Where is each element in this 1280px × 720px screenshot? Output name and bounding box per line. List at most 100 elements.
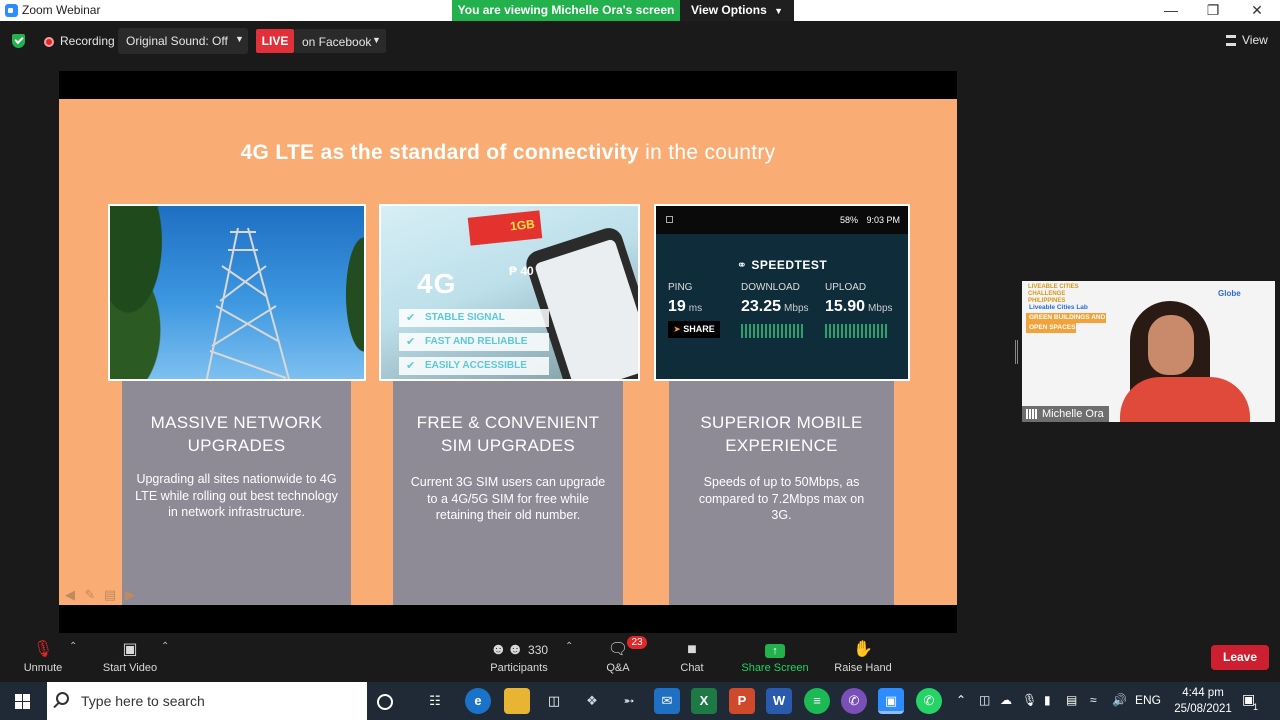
battery-level: 58% <box>839 215 858 225</box>
original-sound-label: Original Sound: Off <box>126 34 228 48</box>
spotify-icon[interactable]: ≡ <box>804 688 830 714</box>
card-description: Upgrading all sites nationwide to 4G LTE… <box>135 472 338 519</box>
clock-time: 4:44 pm <box>1182 687 1224 699</box>
participants-options-caret[interactable]: ⌃ <box>565 641 573 652</box>
zoom-window: Zoom Webinar You are viewing Michelle Or… <box>0 0 1280 720</box>
share-screen-button[interactable]: ↑ Share Screen <box>740 633 810 682</box>
speaker-video-thumbnail[interactable]: LIVEABLE CITIES CHALLENGE PHILIPPINES Gl… <box>1022 281 1275 422</box>
view-options-button[interactable]: View Options ▼ <box>680 0 794 21</box>
card-title-line: FREE & CONVENIENT <box>416 413 600 432</box>
live-destination-dropdown[interactable]: on Facebook ▼ <box>294 29 386 53</box>
share-button: ➤ SHARE <box>668 321 720 338</box>
upload-label: UPLOAD <box>825 282 867 293</box>
viber-icon[interactable]: ✆ <box>841 688 867 714</box>
open-spaces-tag: OPEN SPACES <box>1026 323 1076 333</box>
card-title-line: MASSIVE NETWORK <box>150 413 323 432</box>
sim-promo-tag: 1GB <box>467 210 543 246</box>
zoom-logo-icon <box>5 4 18 17</box>
wifi-icon[interactable]: ≈ <box>1090 693 1097 707</box>
onedrive-icon[interactable]: ☁ <box>1000 693 1012 707</box>
download-label: DOWNLOAD <box>741 282 800 293</box>
task-view-icon[interactable]: ☷ <box>422 688 448 714</box>
zoom-taskbar-icon[interactable]: ▣ <box>878 688 904 714</box>
tray-app-icon[interactable]: ◫ <box>979 693 990 707</box>
cortana-icon[interactable] <box>377 694 393 710</box>
card-mobile-experience: SUPERIOR MOBILE EXPERIENCE Speeds of up t… <box>669 381 894 605</box>
security-shield-icon[interactable] <box>12 34 25 48</box>
participants-button[interactable]: ☻☻ 330 Participants <box>486 633 552 682</box>
search-icon <box>56 692 69 705</box>
edge-icon[interactable]: e <box>465 688 491 714</box>
whatsapp-icon[interactable]: ✆ <box>916 688 942 714</box>
dropbox-icon[interactable]: ❖ <box>579 688 605 714</box>
store-icon[interactable]: ◫ <box>541 688 567 714</box>
unmute-button[interactable]: 🎙 Unmute <box>18 633 68 682</box>
next-slide-icon[interactable]: ▶ <box>122 588 138 602</box>
view-options-label: View Options <box>690 3 767 17</box>
language-indicator[interactable]: ENG <box>1135 693 1161 707</box>
unmute-label: Unmute <box>23 662 63 674</box>
mail-icon[interactable]: ✉ <box>654 688 680 714</box>
qa-count-badge: 23 <box>627 636 647 649</box>
slide-controls: ◀ ✎ ▤ ▶ <box>62 586 142 604</box>
sim-data-tag: 1GB <box>509 216 536 234</box>
lab-label: Liveable Cities Lab <box>1029 304 1088 311</box>
previous-slide-icon[interactable]: ◀ <box>62 588 78 602</box>
start-video-button[interactable]: ▣ Start Video <box>98 633 162 682</box>
share-screen-icon: ↑ <box>740 640 810 660</box>
live-badge: LIVE <box>256 29 294 53</box>
share-label: SHARE <box>683 324 715 334</box>
upload-number: 15.90 <box>825 298 866 315</box>
participants-count: 330 <box>528 643 549 657</box>
notification-count: 1 <box>1253 702 1259 712</box>
original-sound-toggle[interactable]: Original Sound: Off ▼ <box>118 28 248 54</box>
check-stable-signal: STABLE SIGNAL <box>399 309 549 327</box>
speedtest-title: SPEEDTEST <box>751 258 828 272</box>
card-title: MASSIVE NETWORK UPGRADES <box>122 411 351 457</box>
powerpoint-icon[interactable]: P <box>729 688 755 714</box>
card-title-line: SUPERIOR MOBILE <box>700 413 863 432</box>
microphone-tray-icon[interactable]: 🎙 <box>1022 693 1037 707</box>
check-fast-reliable: FAST AND RELIABLE <box>399 333 549 351</box>
view-label: View <box>1242 33 1268 47</box>
ping-unit: ms <box>688 303 703 314</box>
file-explorer-icon[interactable] <box>504 688 530 714</box>
minimize-button[interactable]: — <box>1149 0 1193 21</box>
audio-options-caret[interactable]: ⌃ <box>69 641 77 652</box>
cell-tower-icon <box>205 227 290 379</box>
menu-icon[interactable]: ▤ <box>102 588 118 602</box>
clock-date: 25/08/2021 <box>1174 703 1232 715</box>
volume-icon[interactable]: 🔊 <box>1112 693 1127 707</box>
recording-status: Recording <box>60 34 115 48</box>
sim-4g-label: 4G <box>417 268 457 299</box>
sim-price: ₱ 40 <box>509 264 534 278</box>
taskbar-clock[interactable]: 4:44 pm 25/08/2021 <box>1172 685 1234 717</box>
battery-icon[interactable]: ▮ <box>1044 693 1051 707</box>
taskbar-search[interactable] <box>47 682 367 720</box>
app-icon[interactable]: ➵ <box>616 688 642 714</box>
card-description: Current 3G SIM users can upgrade to a 4G… <box>410 475 606 522</box>
tray-overflow-icon[interactable]: ⌃ <box>956 693 966 707</box>
upload-graph <box>825 324 889 338</box>
start-button[interactable] <box>0 682 46 720</box>
search-input[interactable] <box>81 691 351 711</box>
close-button[interactable]: ✕ <box>1235 0 1279 21</box>
pen-icon[interactable]: ✎ <box>82 588 98 602</box>
green-buildings-tag: GREEN BUILDINGS AND <box>1026 313 1106 323</box>
card-title-line: UPGRADES <box>187 436 286 455</box>
ping-value: 19 ms <box>668 298 702 316</box>
chat-button[interactable]: ■ Chat <box>672 633 712 682</box>
raise-hand-button[interactable]: ✋ Raise Hand <box>832 633 894 682</box>
excel-icon[interactable]: X <box>691 688 717 714</box>
title-bar: Zoom Webinar You are viewing Michelle Or… <box>0 0 1280 21</box>
word-icon[interactable]: W <box>766 688 792 714</box>
slide-title-light: in the country <box>639 141 776 164</box>
panel-resize-handle[interactable] <box>1015 340 1018 364</box>
chevron-down-icon[interactable]: ▼ <box>235 34 244 44</box>
leave-button[interactable]: Leave <box>1211 645 1269 670</box>
speaker-face <box>1148 315 1194 375</box>
video-options-caret[interactable]: ⌃ <box>161 641 169 652</box>
network-tray-icon[interactable]: ▤ <box>1066 693 1077 707</box>
restore-button[interactable]: ❐ <box>1191 0 1235 21</box>
slide-title: 4G LTE as the standard of connectivity i… <box>59 141 957 165</box>
